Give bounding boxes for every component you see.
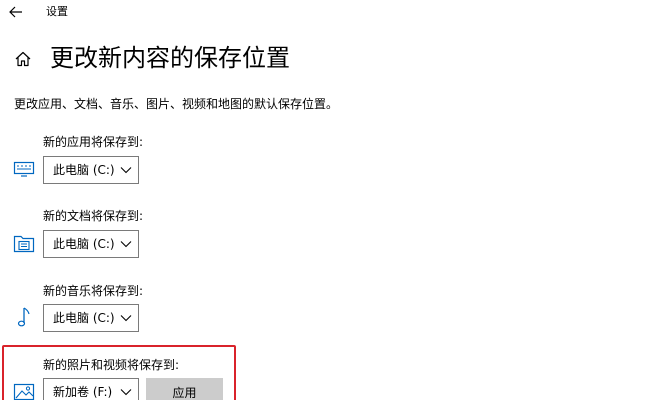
- music-save-label: 新的音乐将保存到:: [43, 284, 144, 298]
- music-drive-value: 此电脑 (C:): [53, 311, 115, 325]
- documents-save-label: 新的文档将保存到:: [43, 209, 144, 223]
- settings-window: 设置 更改新内容的保存位置 更改应用、文档、音乐、图片、视频和地图的默认保存位置…: [0, 0, 657, 400]
- arrow-left-icon: [9, 6, 22, 18]
- home-icon: [15, 51, 31, 67]
- title-bar: 设置: [0, 0, 657, 26]
- apps-drive-value: 此电脑 (C:): [53, 163, 115, 177]
- chevron-down-icon: [120, 389, 132, 396]
- apps-save-label: 新的应用将保存到:: [43, 135, 144, 149]
- monitor-icon: [13, 158, 35, 180]
- app-title: 设置: [46, 5, 68, 18]
- chevron-down-icon: [120, 315, 132, 322]
- photos-drive-value: 新加卷 (F:): [53, 385, 113, 399]
- chevron-down-icon: [120, 167, 132, 174]
- apps-drive-dropdown[interactable]: 此电脑 (C:): [43, 156, 139, 184]
- folder-document-icon: [13, 232, 35, 254]
- photos-drive-dropdown[interactable]: 新加卷 (F:): [43, 378, 139, 400]
- page-title: 更改新内容的保存位置: [50, 44, 290, 72]
- photos-save-label: 新的照片和视频将保存到:: [43, 358, 180, 372]
- music-note-icon: [13, 306, 35, 328]
- page-description: 更改应用、文档、音乐、图片、视频和地图的默认保存位置。: [14, 97, 339, 111]
- home-button[interactable]: [13, 49, 33, 69]
- apply-button[interactable]: 应用: [146, 378, 223, 400]
- picture-icon: [13, 381, 35, 400]
- documents-drive-value: 此电脑 (C:): [53, 237, 115, 251]
- back-button[interactable]: [6, 2, 26, 22]
- documents-drive-dropdown[interactable]: 此电脑 (C:): [43, 230, 139, 258]
- chevron-down-icon: [120, 241, 132, 248]
- music-drive-dropdown[interactable]: 此电脑 (C:): [43, 304, 139, 332]
